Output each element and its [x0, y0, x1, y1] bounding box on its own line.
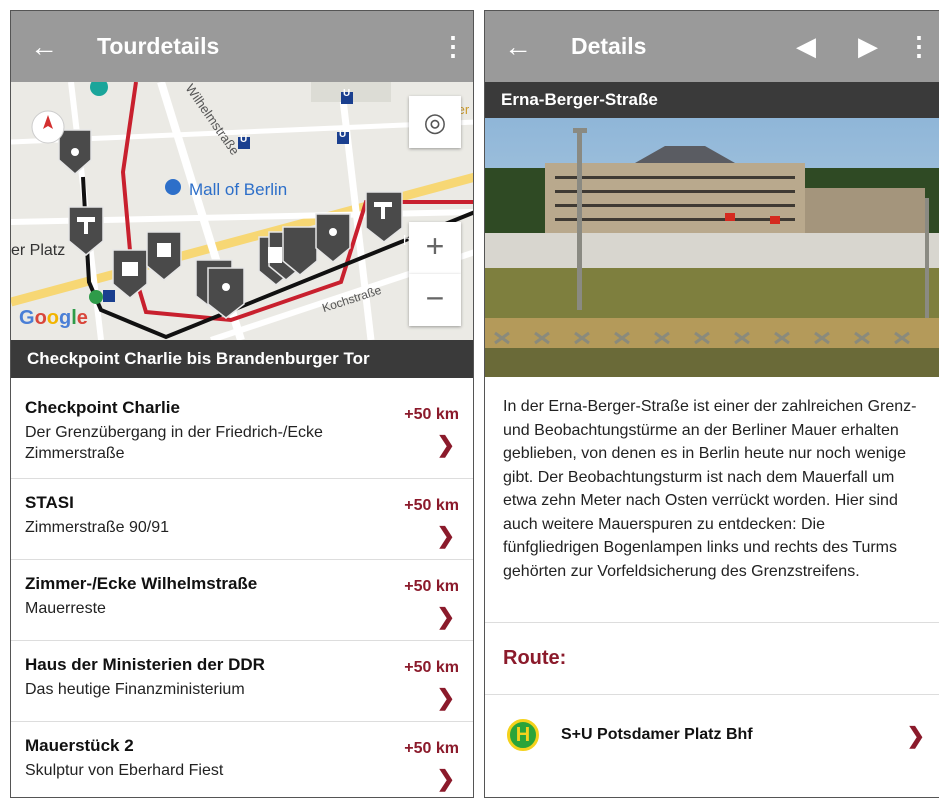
tour-details-screen: ← Tourdetails ⋮ Wilhelmstraße Mall of Be…	[10, 10, 474, 798]
place-title: Erna-Berger-Straße	[485, 82, 939, 118]
place-description: In der Erna-Berger-Straße ist einer der …	[485, 377, 939, 623]
list-item[interactable]: Haus der Ministerien der DDR Das heutige…	[11, 641, 473, 722]
previous-icon[interactable]: ◀	[775, 31, 837, 62]
stop-description: Der Grenzübergang in der Friedrich-/Ecke…	[25, 424, 323, 462]
photo-illustration	[485, 118, 939, 377]
chevron-right-icon[interactable]: ❯	[907, 723, 925, 749]
list-item[interactable]: Zimmer-/Ecke Wilhelmstraße Mauerreste +5…	[11, 560, 473, 641]
list-item[interactable]: Mauerstück 2 Skulptur von Eberhard Fiest…	[11, 722, 473, 797]
stop-name: Zimmer-/Ecke Wilhelmstraße	[25, 574, 258, 593]
back-arrow-icon[interactable]: ←	[11, 11, 77, 82]
zoom-in-button[interactable]: +	[409, 222, 461, 274]
ubahn-icon: U	[339, 129, 347, 140]
chevron-right-icon[interactable]: ❯	[437, 523, 455, 549]
app-bar: ← Tourdetails ⋮	[11, 11, 473, 82]
chevron-right-icon[interactable]: ❯	[437, 432, 455, 458]
chevron-right-icon[interactable]: ❯	[437, 604, 455, 630]
map-label-platz: er Platz	[11, 242, 66, 259]
tour-title-bar: Checkpoint Charlie bis Brandenburger Tor	[11, 340, 473, 378]
route-stop-label: S+U Potsdamer Platz Bhf	[561, 726, 753, 743]
tour-stop-list: Checkpoint Charlie Der Grenzübergang in …	[11, 378, 473, 797]
stop-name: Mauerstück 2	[25, 736, 134, 755]
overflow-menu-icon[interactable]: ⋮	[899, 31, 939, 62]
bus-stop-icon: H	[507, 719, 539, 751]
tour-map[interactable]: Wilhelmstraße Mall of Berlin er Platz Ko…	[11, 82, 473, 340]
map-label-mall-of-berlin: Mall of Berlin	[189, 180, 288, 199]
stop-name: STASI	[25, 493, 74, 512]
chevron-right-icon[interactable]: ❯	[437, 685, 455, 711]
ubahn-icon: U	[343, 88, 351, 99]
chevron-right-icon[interactable]: ❯	[437, 766, 455, 792]
stop-name: Checkpoint Charlie	[25, 398, 180, 417]
overflow-menu-icon[interactable]: ⋮	[433, 31, 473, 62]
route-heading: Route:	[485, 623, 939, 695]
place-photo	[485, 118, 939, 377]
stop-distance: +50 km	[404, 659, 459, 676]
route-stop-item[interactable]: H S+U Potsdamer Platz Bhf ❯	[485, 695, 939, 775]
my-location-button[interactable]: ◎	[409, 96, 461, 148]
stop-details-screen: ← Details ◀ ▶ ⋮ Erna-Berger-Straße In de…	[484, 10, 939, 798]
stop-description: Das heutige Finanzministerium	[25, 681, 245, 698]
list-item[interactable]: STASI Zimmerstraße 90/91 +50 km ❯	[11, 479, 473, 560]
stop-description: Zimmerstraße 90/91	[25, 519, 170, 536]
stop-name: Haus der Ministerien der DDR	[25, 655, 265, 674]
list-item[interactable]: Checkpoint Charlie Der Grenzübergang in …	[11, 378, 473, 479]
next-icon[interactable]: ▶	[837, 31, 899, 62]
app-bar: ← Details ◀ ▶ ⋮	[485, 11, 939, 82]
ubahn-icon: U	[240, 134, 248, 145]
stop-distance: +50 km	[404, 406, 459, 423]
stop-distance: +50 km	[404, 740, 459, 757]
zoom-out-button[interactable]: −	[409, 274, 461, 326]
page-title: Tourdetails	[97, 33, 220, 59]
stop-distance: +50 km	[404, 497, 459, 514]
stop-distance: +50 km	[404, 578, 459, 595]
page-title: Details	[571, 33, 647, 59]
map-canvas	[11, 82, 473, 340]
back-arrow-icon[interactable]: ←	[485, 11, 551, 82]
stop-description: Mauerreste	[25, 600, 106, 617]
google-logo: Google	[19, 307, 88, 329]
stop-description: Skulptur von Eberhard Fiest	[25, 762, 224, 779]
